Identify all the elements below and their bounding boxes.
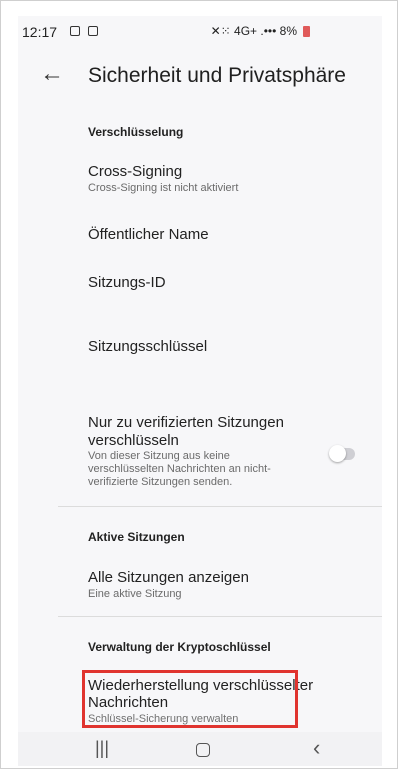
public-name-item[interactable]: Öffentlicher Name: [88, 226, 209, 243]
verified-only-title: Nur zu verifizierten Sitzungen verschlüs…: [88, 414, 284, 449]
notification-icons: [70, 26, 98, 36]
section-title-active-sessions: Aktive Sitzungen: [88, 530, 185, 544]
gallery-icon: [70, 26, 80, 36]
toggle-knob: [329, 445, 346, 462]
recents-icon[interactable]: |||: [95, 738, 109, 759]
battery-icon: [303, 25, 310, 37]
section-divider: [58, 616, 382, 617]
home-icon[interactable]: [196, 743, 210, 757]
signal-battery-text: ✕⁙ 4G+ .••• 8%: [210, 24, 297, 38]
screenshot-frame: 12:17 ✕⁙ 4G+ .••• 8% ← Sicherheit und Pr…: [0, 0, 398, 769]
session-id-item[interactable]: Sitzungs-ID: [88, 274, 166, 291]
show-all-sessions-title: Alle Sitzungen anzeigen: [88, 569, 249, 586]
section-title-crypto-keys: Verwaltung der Kryptoschlüssel: [88, 640, 271, 654]
session-key-item[interactable]: Sitzungsschlüssel: [88, 338, 207, 355]
phone-screen: 12:17 ✕⁙ 4G+ .••• 8% ← Sicherheit und Pr…: [18, 16, 382, 766]
highlight-box: [82, 670, 298, 728]
status-right: ✕⁙ 4G+ .••• 8%: [211, 24, 310, 38]
nav-back-icon[interactable]: ‹: [313, 735, 320, 761]
back-arrow-icon[interactable]: ←: [40, 60, 64, 88]
page-title: Sicherheit und Privatsphäre: [88, 64, 346, 87]
section-title-encryption: Verschlüsselung: [88, 125, 184, 139]
status-time: 12:17: [22, 24, 58, 40]
verified-only-toggle[interactable]: [329, 445, 355, 462]
status-bar: 12:17 ✕⁙ 4G+ .••• 8%: [18, 16, 382, 46]
cross-signing-subtitle: Cross-Signing ist nicht aktiviert: [88, 182, 239, 194]
section-divider: [58, 506, 382, 507]
cross-signing-title: Cross-Signing: [88, 163, 183, 180]
notification-icon: [88, 26, 98, 36]
show-all-sessions-subtitle: Eine aktive Sitzung: [88, 588, 182, 600]
verified-only-subtitle: Von dieser Sitzung aus keine verschlüsse…: [88, 450, 271, 488]
system-nav-bar: ||| ‹: [18, 732, 382, 766]
app-bar: ← Sicherheit und Privatsphäre: [18, 56, 382, 100]
